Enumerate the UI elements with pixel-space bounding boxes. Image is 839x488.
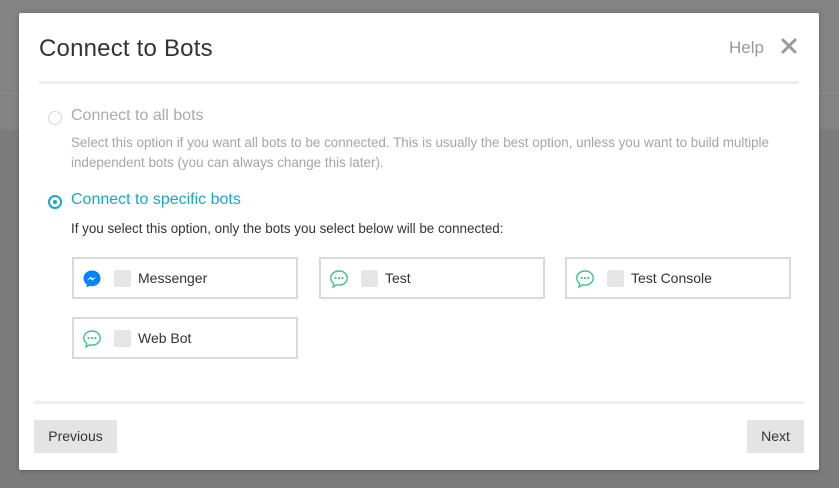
bot-name-web-bot: Web Bot — [138, 330, 192, 346]
chat-bubble-icon — [576, 270, 594, 289]
close-icon[interactable] — [779, 36, 799, 56]
bot-card-messenger[interactable]: Messenger — [72, 257, 298, 299]
help-link[interactable]: Help — [729, 38, 764, 58]
bot-checkbox-test-console[interactable] — [607, 270, 624, 287]
messenger-icon — [83, 270, 101, 288]
header-divider — [39, 81, 799, 84]
bot-card-test-console[interactable]: Test Console — [565, 257, 791, 299]
bot-name-messenger: Messenger — [138, 270, 208, 286]
bot-name-test-console: Test Console — [631, 270, 712, 286]
bot-checkbox-messenger[interactable] — [114, 270, 131, 287]
connect-bots-modal: Connect to Bots Help Connect to all bots… — [19, 13, 819, 470]
option-all-bots-label[interactable]: Connect to all bots — [71, 107, 204, 125]
chat-bubble-icon — [83, 330, 101, 349]
chat-bubble-icon — [330, 270, 348, 289]
option-all-bots-description: Select this option if you want all bots … — [71, 135, 769, 170]
radio-all-bots[interactable] — [48, 111, 62, 125]
bot-checkbox-test[interactable] — [361, 270, 378, 287]
bot-card-web-bot[interactable]: Web Bot — [72, 317, 298, 359]
modal-title: Connect to Bots — [39, 35, 213, 62]
footer-divider — [34, 401, 804, 404]
radio-specific-bots[interactable] — [48, 195, 62, 209]
previous-button[interactable]: Previous — [34, 420, 117, 453]
bot-name-test: Test — [385, 270, 411, 286]
bot-checkbox-web-bot[interactable] — [114, 330, 131, 347]
option-specific-bots-label[interactable]: Connect to specific bots — [71, 191, 241, 209]
option-specific-bots-description: If you select this option, only the bots… — [71, 221, 504, 236]
next-button[interactable]: Next — [747, 420, 804, 453]
bot-card-test[interactable]: Test — [319, 257, 545, 299]
